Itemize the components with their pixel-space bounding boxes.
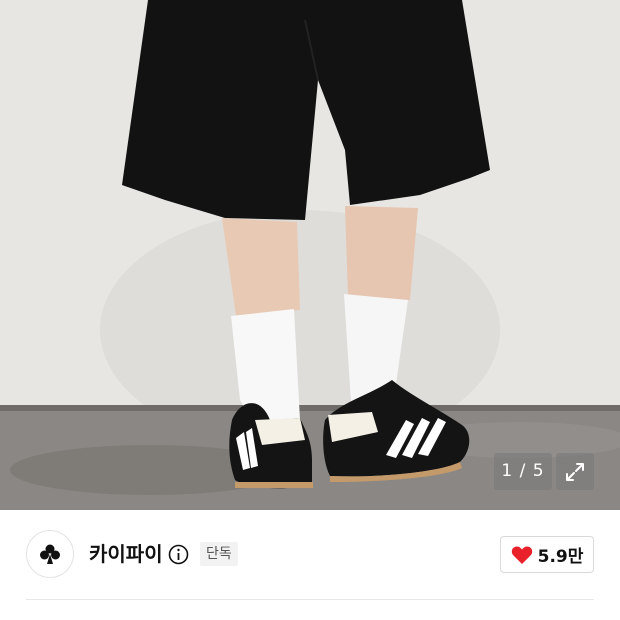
expand-button[interactable] bbox=[556, 453, 594, 490]
exclusive-badge: 단독 bbox=[200, 542, 238, 566]
image-counter: 1 / 5 bbox=[494, 453, 552, 490]
expand-arrows-icon bbox=[566, 462, 584, 481]
brand-logo[interactable] bbox=[26, 530, 74, 578]
info-icon[interactable] bbox=[168, 544, 189, 565]
like-button[interactable]: 5.9만 bbox=[500, 536, 594, 573]
like-count: 5.9만 bbox=[537, 547, 584, 567]
product-photo bbox=[0, 0, 620, 510]
club-logo-icon bbox=[40, 544, 60, 564]
heart-icon bbox=[511, 545, 532, 564]
product-image-viewer[interactable]: 1 / 5 bbox=[0, 0, 620, 510]
brand-name[interactable]: 카이파이 bbox=[89, 538, 163, 570]
brand-bar: 카이파이 단독 5.9만 bbox=[0, 510, 620, 620]
divider bbox=[26, 599, 594, 600]
